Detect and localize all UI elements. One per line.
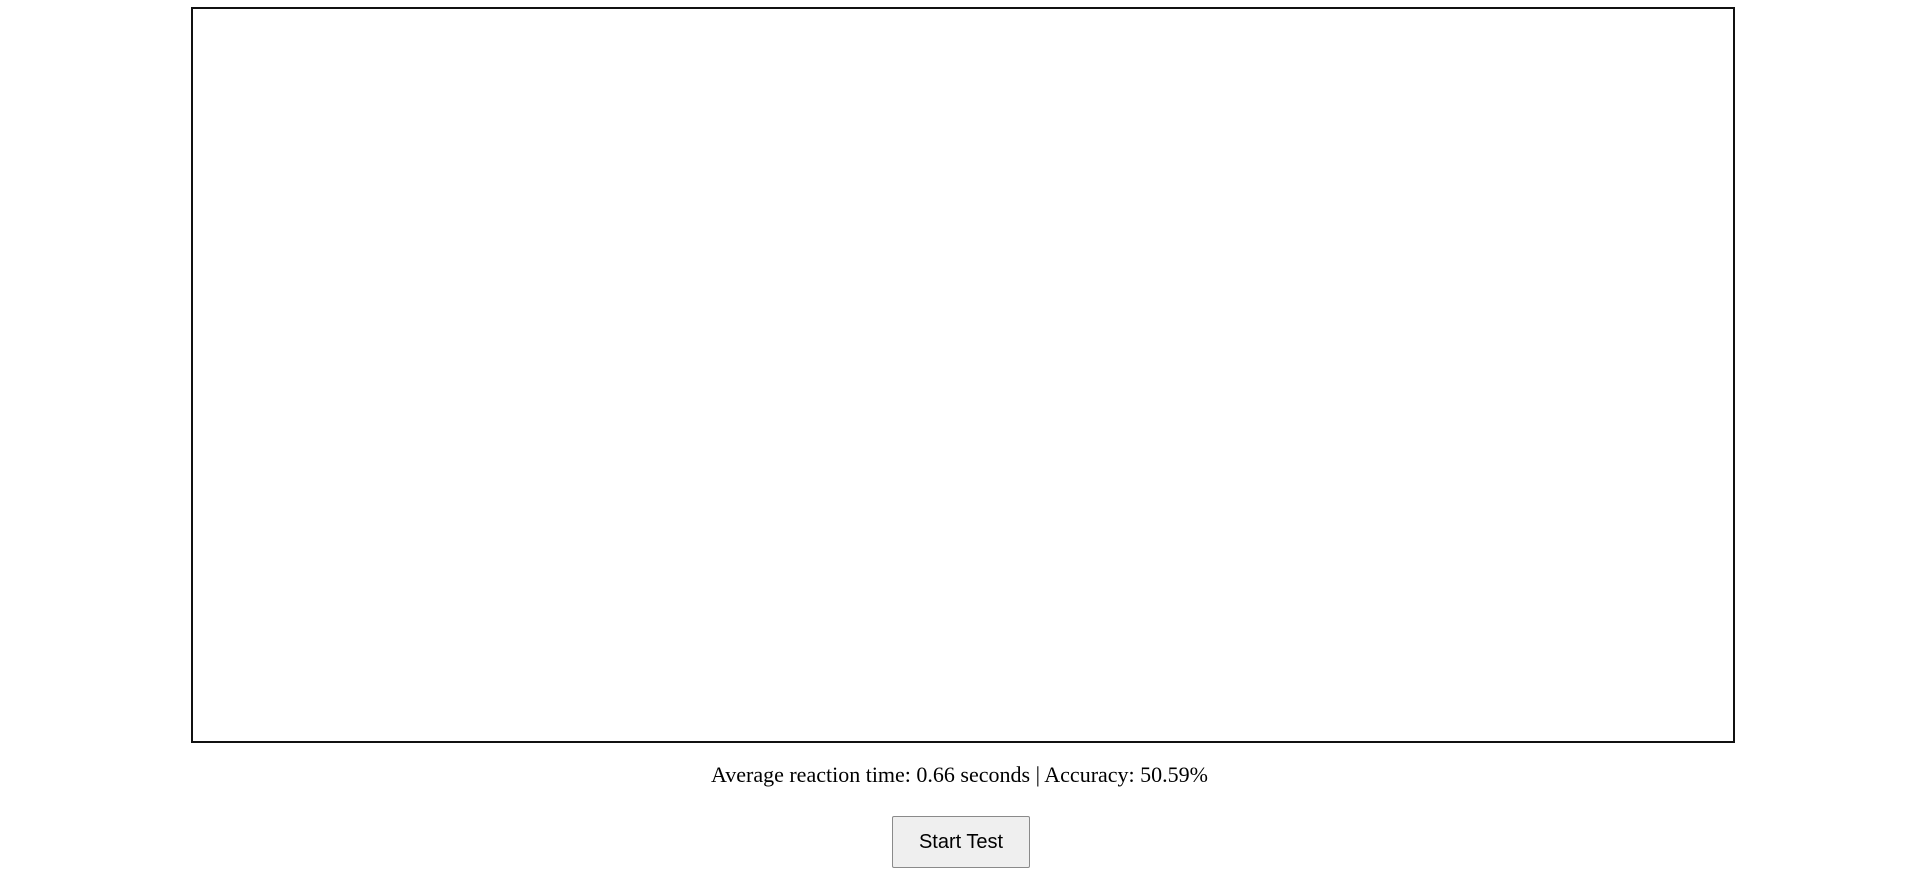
reaction-test-area[interactable] (191, 7, 1735, 743)
start-test-button[interactable]: Start Test (892, 816, 1030, 868)
results-summary: Average reaction time: 0.66 seconds | Ac… (0, 760, 1919, 790)
accuracy-label: Accuracy: (1044, 762, 1141, 787)
accuracy-value: 50.59% (1140, 762, 1208, 787)
results-separator: | (1030, 762, 1045, 787)
average-reaction-time-value: 0.66 seconds (916, 762, 1031, 787)
average-reaction-time-label: Average reaction time: (710, 762, 917, 787)
